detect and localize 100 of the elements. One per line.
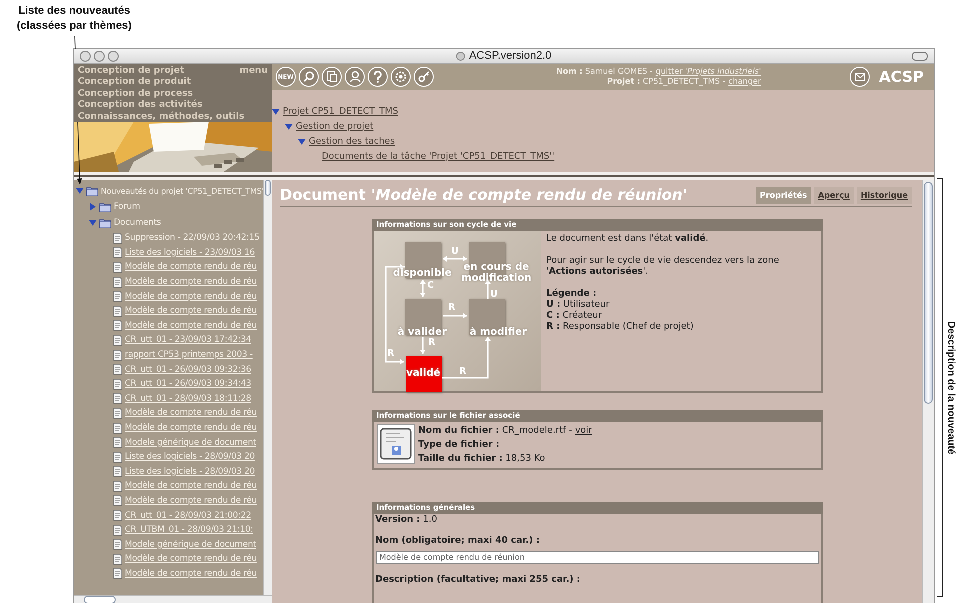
- tree-item[interactable]: Modèle de compte rendu de réu: [125, 568, 257, 579]
- arrow: [420, 337, 426, 354]
- tree-item[interactable]: CR_utt_01 - 26/09/03 09:34:43: [125, 379, 252, 390]
- field-label: Description (facultative; maxi 255 car.) :: [376, 575, 582, 585]
- menu-label: menu: [240, 66, 268, 76]
- tree-item[interactable]: Suppression - 22/09/03 20:42:15: [125, 233, 260, 244]
- tree-item[interactable]: Modèle de compte rendu de réu: [125, 496, 257, 506]
- search-icon: [303, 71, 315, 83]
- search-button[interactable]: [299, 67, 319, 87]
- arrow: [442, 313, 466, 319]
- tree-item[interactable]: CR_utt_01 - 28/09/03 21:00:22: [125, 510, 252, 521]
- globe-icon: [456, 52, 466, 60]
- folder-icon: [86, 186, 99, 196]
- menu-item[interactable]: Conception des activités: [78, 100, 203, 112]
- breadcrumb-link[interactable]: Projet CP51_DETECT_TMS: [283, 106, 398, 116]
- window-control[interactable]: [80, 50, 91, 62]
- help-button[interactable]: [368, 67, 388, 87]
- tab[interactable]: Historique: [856, 187, 912, 204]
- tree-item[interactable]: Modèle de compte rendu de réu: [125, 423, 257, 434]
- document-icon: [113, 247, 123, 258]
- tree-item[interactable]: Liste des logiciels - 28/09/03 20: [125, 466, 255, 477]
- key-button[interactable]: [414, 67, 434, 87]
- tree-item[interactable]: CR_utt_01 - 23/09/03 17:42:34: [125, 335, 252, 346]
- tree-folder[interactable]: Nouveautés du projet 'CP51_DETECT_TMS': [101, 186, 263, 196]
- document-icon: [113, 291, 123, 302]
- tree-item[interactable]: Modèle de compte rendu de réu: [125, 554, 257, 564]
- legend-item: R : Responsable (Chef de projet): [546, 322, 695, 333]
- document-icon: [113, 480, 123, 492]
- menu-item[interactable]: Conception de projet: [78, 66, 184, 78]
- scrollbar[interactable]: [74, 595, 272, 603]
- document-icon: [113, 539, 123, 550]
- change-link[interactable]: changer: [728, 77, 762, 86]
- tree-item[interactable]: Modèle de compte rendu de réu: [125, 306, 257, 316]
- file-property: Type de fichier :: [418, 439, 501, 452]
- tree-item[interactable]: Liste des logiciels - 28/09/03 20: [125, 452, 255, 462]
- toolbar-button[interactable]: [912, 52, 928, 60]
- tree-item[interactable]: Liste des logiciels - 23/09/03 16: [125, 248, 255, 258]
- caret-icon[interactable]: [89, 219, 97, 227]
- tree-folder[interactable]: Forum: [114, 202, 140, 212]
- caret-icon[interactable]: [272, 108, 280, 116]
- document-icon: [113, 320, 123, 332]
- tab[interactable]: Aperçu: [814, 187, 854, 204]
- person-icon: [350, 71, 360, 83]
- caret-icon[interactable]: [285, 122, 293, 130]
- document-icon: [113, 568, 123, 580]
- user-button[interactable]: [345, 67, 365, 87]
- breadcrumb-link[interactable]: Documents de la tâche 'Projet 'CP51_DETECT_TMS'': [322, 152, 555, 162]
- arrow-label: U: [490, 290, 498, 300]
- caret-icon[interactable]: [89, 203, 97, 211]
- document-icon: [113, 422, 123, 434]
- tree-item[interactable]: Modèle de compte rendu de réu: [125, 320, 257, 331]
- document-icon: [113, 452, 123, 463]
- tree-item[interactable]: CR_UTBM_01 - 28/09/03 21:10:: [125, 525, 254, 536]
- folder-icon: [99, 202, 112, 212]
- mail-icon: [854, 72, 866, 82]
- name-field[interactable]: Modèle de compte rendu de réunion: [376, 551, 818, 564]
- tab[interactable]: Propriétés: [756, 187, 812, 204]
- annotation-text: Description de la nouveauté: [946, 321, 956, 455]
- caret-icon[interactable]: [298, 138, 306, 146]
- document-icon: [113, 364, 123, 376]
- arrow-label: R: [428, 338, 436, 348]
- file-property: Taille du fichier : 18,53 Ko: [418, 453, 546, 466]
- menu-item[interactable]: Conception de process: [78, 88, 194, 100]
- tree-item[interactable]: Modele générique de document: [125, 540, 256, 550]
- mail-button[interactable]: [850, 67, 870, 87]
- tree-item[interactable]: Modèle de compte rendu de réu: [125, 481, 257, 492]
- status-text: Le document est dans l'état validé.: [546, 234, 710, 245]
- document-icon: [113, 262, 123, 273]
- document-icon: [113, 408, 123, 419]
- document-icon: [113, 276, 123, 288]
- tree-item[interactable]: rapport CP53 printemps 2003 -: [125, 350, 253, 360]
- breadcrumb-link[interactable]: Gestion de projet: [296, 122, 374, 132]
- tree-item[interactable]: Modèle de compte rendu de réu: [125, 262, 257, 272]
- scrollbar[interactable]: [922, 180, 934, 603]
- state-label: à modifier: [468, 327, 528, 338]
- settings-button[interactable]: [391, 67, 411, 87]
- tree-item[interactable]: Modèle de compte rendu de réu: [125, 292, 257, 302]
- tree-item[interactable]: Modèle de compte rendu de réu: [125, 277, 257, 288]
- document-icon: [113, 554, 123, 565]
- settings-icon: [395, 71, 407, 83]
- document-icon: [113, 466, 123, 478]
- breadcrumb-link[interactable]: Gestion des taches: [309, 136, 396, 146]
- tree-item[interactable]: Modele générique de document: [125, 438, 256, 448]
- caret-icon[interactable]: [76, 187, 84, 195]
- menu-item[interactable]: Conception de produit: [78, 77, 192, 89]
- view-link[interactable]: voir: [575, 426, 592, 436]
- tree-folder[interactable]: Documents: [114, 218, 162, 228]
- state-label: en cours de modification: [460, 262, 533, 284]
- menu-item[interactable]: Connaissances, méthodes, outils: [78, 112, 245, 124]
- scrollbar[interactable]: [263, 180, 272, 595]
- window-control[interactable]: [94, 50, 105, 62]
- tree-item[interactable]: CR_utt_01 - 28/09/03 18:11:28: [125, 394, 252, 404]
- arrow-label: R: [388, 349, 394, 359]
- tree-item[interactable]: CR_utt_01 - 26/09/03 09:32:36: [125, 364, 252, 375]
- quit-link[interactable]: quitter 'Projets industriels': [656, 67, 762, 76]
- arrow: [420, 280, 426, 297]
- tree-item[interactable]: Modèle de compte rendu de réu: [125, 408, 257, 418]
- window-control[interactable]: [108, 50, 119, 62]
- documents-button[interactable]: [322, 67, 342, 87]
- help-icon: [373, 71, 383, 83]
